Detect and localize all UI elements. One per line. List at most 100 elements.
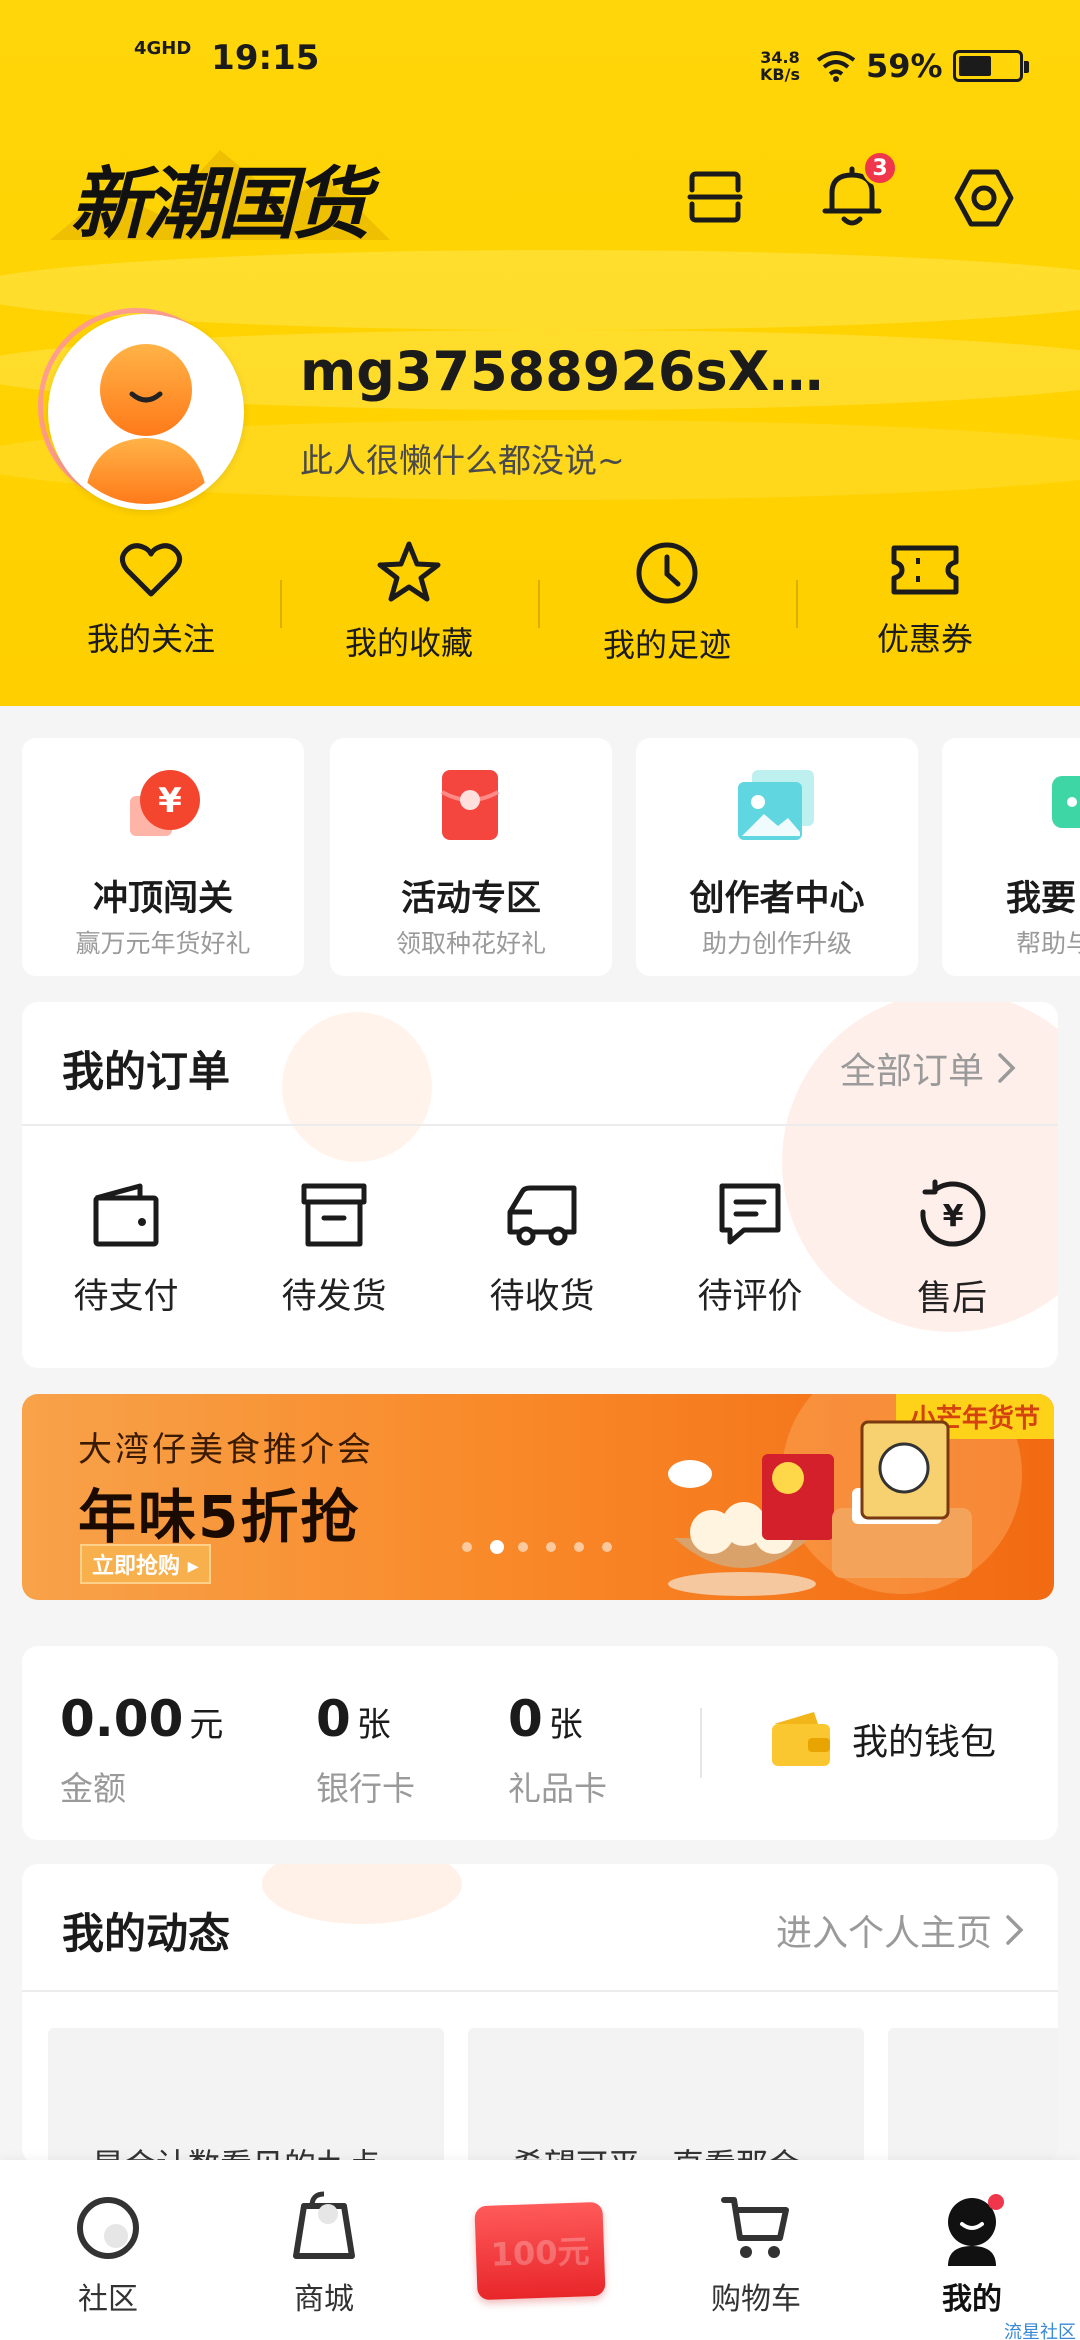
quick-link-label: 我的收藏	[344, 624, 473, 662]
speed-unit: KB/s	[760, 65, 800, 84]
carousel-dot-active[interactable]	[490, 1540, 504, 1554]
profile-page-label: 进入个人主页	[775, 1913, 992, 1954]
bank-card-count[interactable]: 0张	[316, 1690, 391, 1748]
wallet-unit: 张	[548, 1705, 583, 1745]
decorative-circle	[282, 1012, 432, 1162]
divider	[700, 1708, 702, 1778]
wallet-label: 礼品卡	[508, 1769, 607, 1808]
balance-amount[interactable]: 0.00 元	[60, 1690, 223, 1748]
feature-card-help[interactable]: 我要 帮助与	[942, 738, 1080, 976]
feature-card-creator[interactable]: 创作者中心 助力创作升级	[636, 738, 918, 976]
wallet-value: 0	[508, 1690, 543, 1748]
carousel-dot[interactable]	[462, 1542, 472, 1552]
feature-card-events[interactable]: 活动专区 领取种花好礼	[330, 738, 612, 976]
activity-post-card[interactable]: 希望可平一直看那会	[468, 2028, 864, 2164]
wallet-icon	[772, 1712, 830, 1766]
scan-icon	[687, 171, 743, 223]
all-orders-label: 全部订单	[839, 1051, 984, 1092]
order-to-receive[interactable]: 待收货	[452, 1178, 632, 1338]
nav-cart[interactable]: 购物车	[676, 2190, 836, 2330]
wifi-icon	[816, 51, 856, 82]
status-time: 19:15	[211, 38, 320, 78]
promo-banner[interactable]: 大湾仔美食推介会 年味5折抢 立即抢购 ▸ 小芒年货节	[22, 1394, 1054, 1600]
carousel-dot[interactable]	[574, 1542, 584, 1552]
profile-page-link[interactable]: 进入个人主页	[776, 1904, 1026, 1956]
divider	[22, 1124, 1058, 1126]
truck-icon	[507, 1185, 577, 1246]
wallet-label: 银行卡	[316, 1769, 415, 1808]
decorative-circle	[262, 1864, 462, 1924]
feature-subtitle: 助力创作升级	[701, 929, 852, 958]
order-item-label: 待评价	[697, 1277, 803, 1317]
logo-text: 新潮国货	[70, 159, 370, 250]
red-envelope-label: 100元	[490, 2232, 591, 2274]
order-to-ship[interactable]: 待发货	[244, 1178, 424, 1338]
quick-link-history[interactable]: 我的足迹	[538, 540, 796, 680]
nav-label: 商城	[294, 2282, 354, 2317]
feature-subtitle: 赢万元年货好礼	[75, 929, 251, 958]
quick-link-favorites[interactable]: 我的收藏	[280, 540, 538, 680]
wallet-value: 0	[316, 1690, 351, 1748]
carousel-dot[interactable]	[602, 1542, 612, 1552]
carousel-dot[interactable]	[546, 1542, 556, 1552]
feature-title: 创作者中心	[689, 879, 865, 919]
feature-card-challenge[interactable]: ¥ 冲顶闯关 赢万元年货好礼	[22, 738, 304, 976]
order-item-label: 待发货	[281, 1277, 387, 1317]
battery-percent: 59%	[865, 47, 943, 85]
wallet-unit: 张	[356, 1705, 391, 1745]
nav-shop[interactable]: 商城	[244, 2190, 404, 2330]
quick-link-label: 我的关注	[86, 620, 215, 658]
my-wallet-button[interactable]: 我的钱包	[768, 1706, 996, 1772]
red-envelope-yen-icon: ¥	[130, 770, 200, 836]
network-indicator: 4GHD	[134, 38, 192, 59]
profile-header: 4GHD 19:15 34.8 KB/s 59% 新潮国货 3 mg375889…	[0, 0, 1080, 706]
nav-label: 我的	[942, 2282, 1002, 2317]
my-wallet-label: 我的钱包	[852, 1722, 997, 1763]
banner-cta[interactable]: 立即抢购 ▸	[80, 1544, 211, 1584]
activity-post-card[interactable]	[888, 2028, 1058, 2164]
notification-badge: 3	[862, 150, 898, 186]
brand-logo: 新潮国货	[50, 120, 390, 250]
speed-value: 34.8	[760, 48, 800, 67]
quick-link-following[interactable]: 我的关注	[22, 540, 280, 680]
avatar-frame	[48, 314, 244, 510]
order-item-label: 待支付	[73, 1277, 179, 1317]
order-after-sales[interactable]: ¥ 售后	[862, 1178, 1042, 1338]
banner-subtitle: 大湾仔美食推介会	[78, 1430, 374, 1470]
network-speed: 34.8 KB/s	[760, 49, 800, 83]
battery-icon	[952, 50, 1029, 82]
quick-link-label: 优惠券	[876, 620, 973, 658]
order-pending-payment[interactable]: 待支付	[36, 1178, 216, 1338]
settings-button[interactable]	[948, 162, 1020, 234]
profile-icon	[948, 2194, 1004, 2266]
comment-icon	[719, 1183, 781, 1245]
all-orders-link[interactable]: 全部订单	[840, 1042, 1018, 1094]
nav-red-envelope[interactable]: 100元	[474, 2201, 606, 2301]
feature-title: 冲顶闯关	[92, 879, 233, 919]
carousel-dot[interactable]	[518, 1542, 528, 1552]
feature-subtitle: 领取种花好礼	[395, 929, 546, 958]
status-bar-right: 34.8 KB/s 59%	[760, 36, 1029, 96]
orders-title: 我的订单	[62, 1047, 231, 1096]
nav-community[interactable]: 社区	[28, 2190, 188, 2330]
username[interactable]: mg37588926sX…	[300, 340, 823, 403]
box-icon	[301, 1183, 367, 1247]
heart-icon	[119, 543, 183, 597]
cart-icon	[721, 2197, 789, 2258]
clock-icon	[636, 542, 698, 604]
activity-post-card[interactable]: 是会计数看见的九点	[48, 2028, 444, 2164]
watermark: 流星社区	[1004, 2322, 1076, 2340]
scan-button[interactable]	[680, 162, 750, 232]
banner-headline: 年味5折抢	[78, 1483, 361, 1551]
nav-profile[interactable]: 我的	[892, 2190, 1052, 2330]
divider	[22, 1990, 1058, 1992]
wallet-icon	[93, 1183, 159, 1247]
nav-label: 社区	[78, 2282, 138, 2317]
gift-card-count[interactable]: 0张	[508, 1690, 583, 1748]
chat-icon	[1052, 776, 1080, 828]
order-to-review[interactable]: 待评价	[660, 1178, 840, 1338]
settings-icon	[954, 169, 1014, 227]
feature-title: 我要	[1006, 879, 1077, 919]
quick-link-coupons[interactable]: 优惠券	[796, 540, 1054, 680]
avatar[interactable]	[38, 308, 266, 512]
